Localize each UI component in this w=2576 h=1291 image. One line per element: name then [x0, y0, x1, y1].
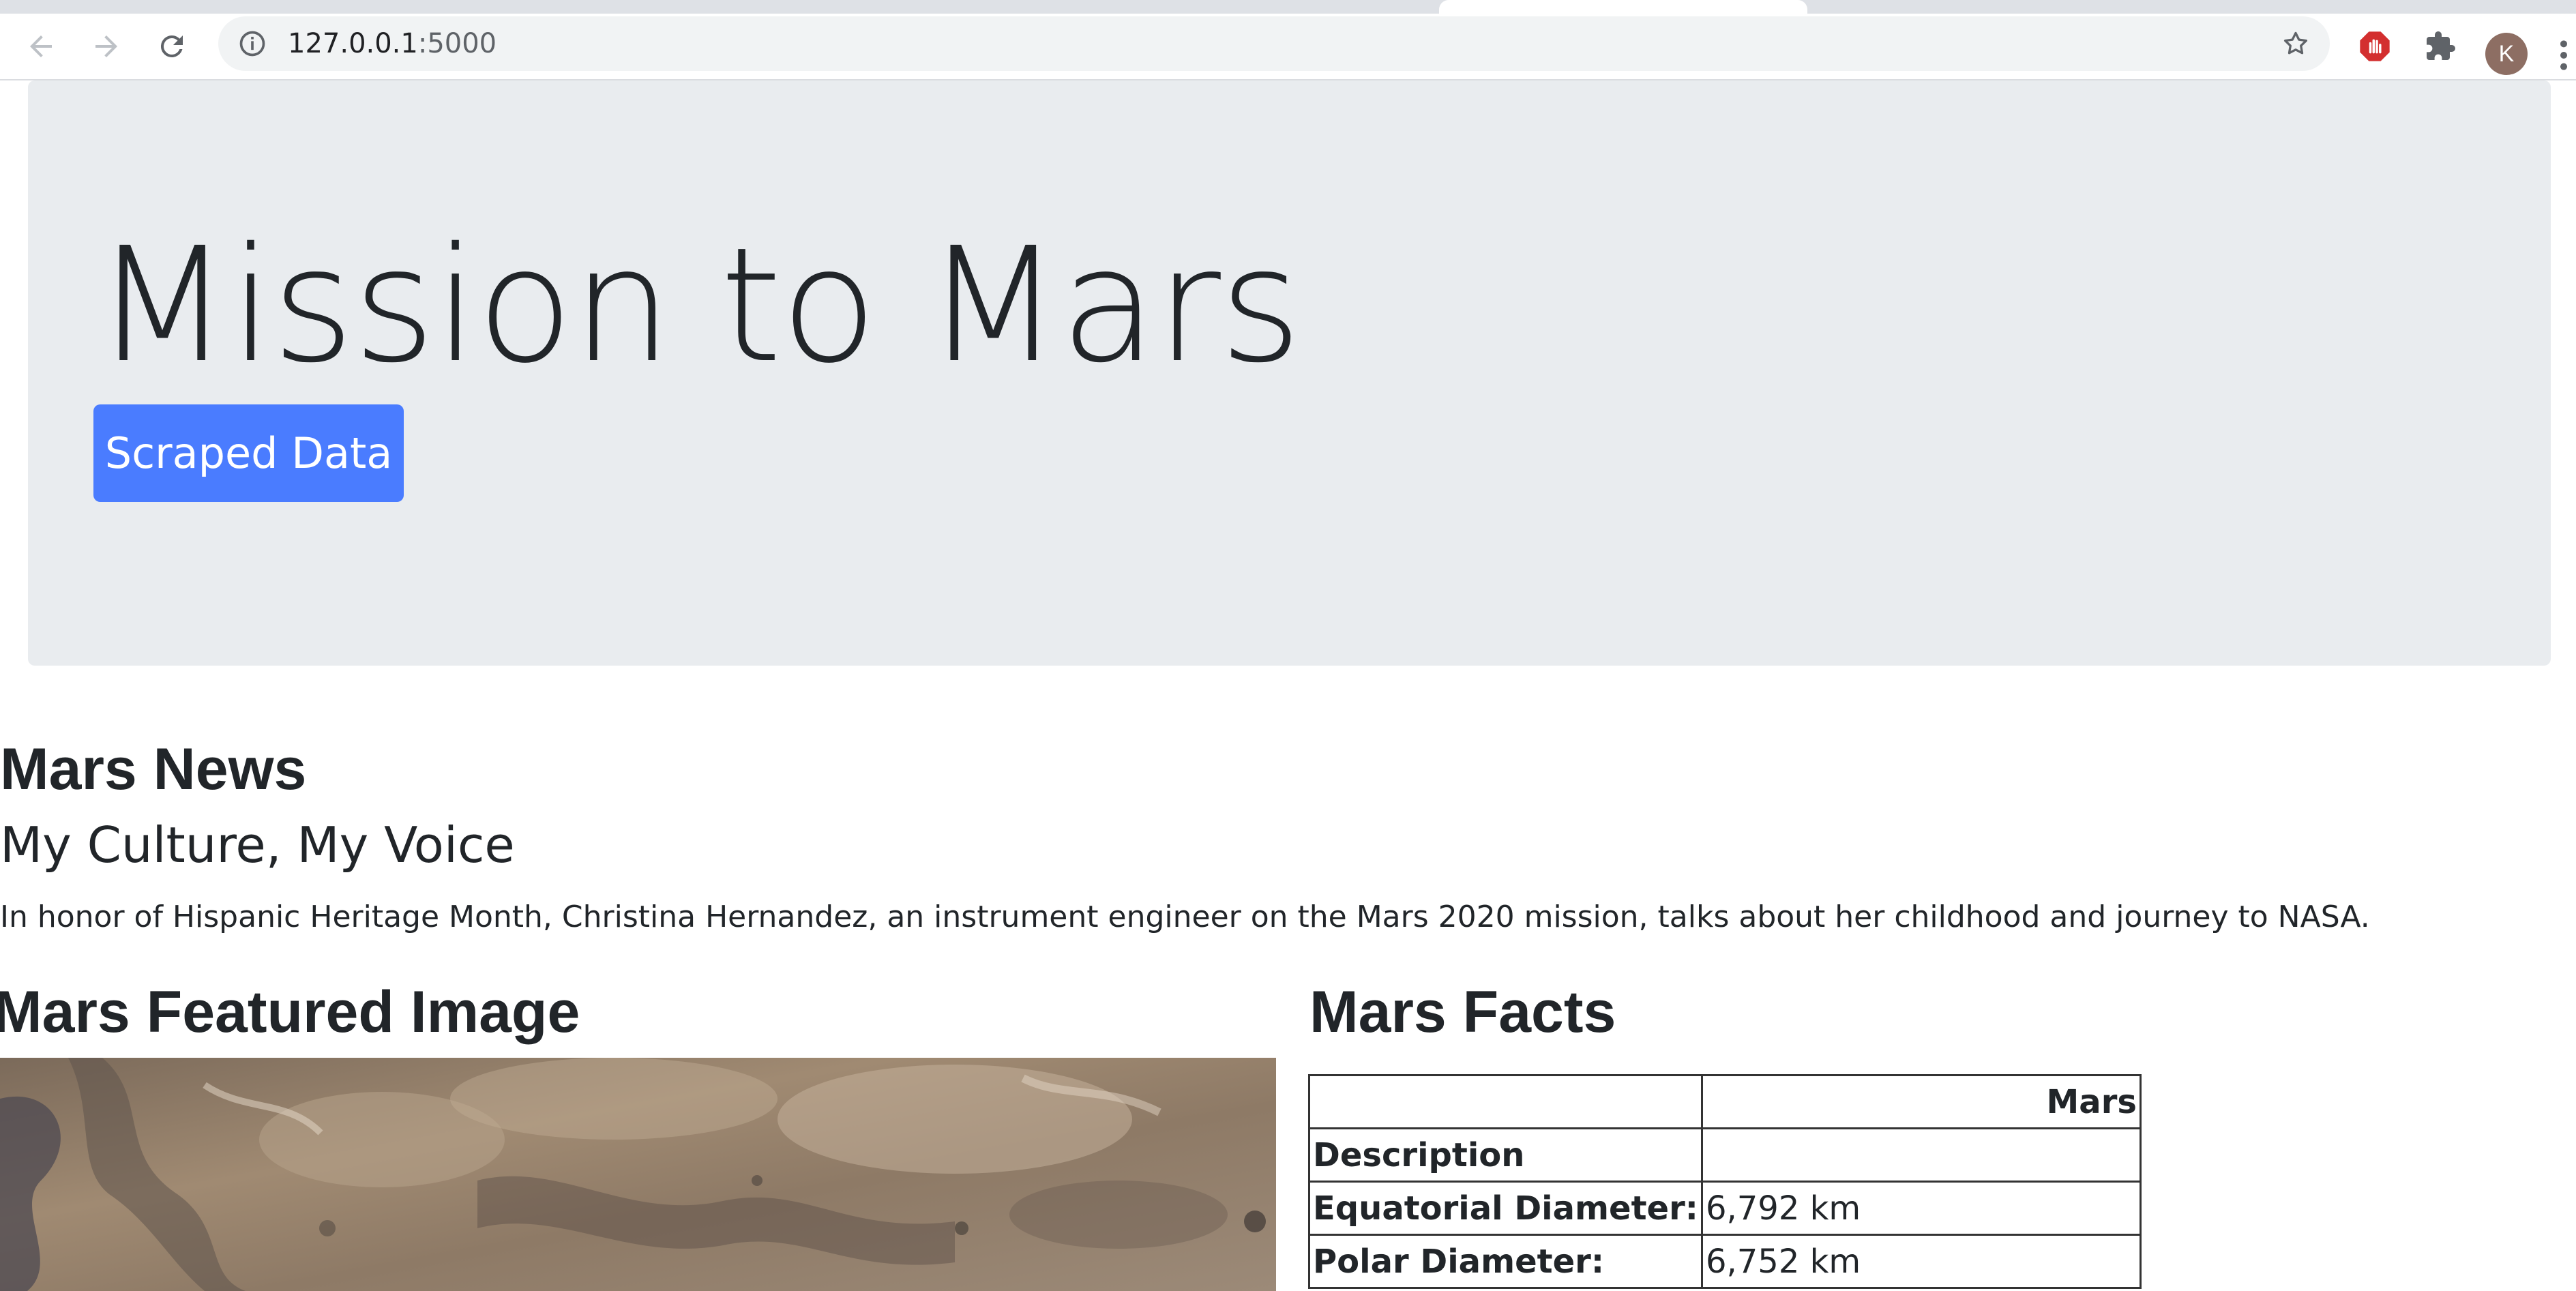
table-row: Description [1308, 1127, 2142, 1183]
info-icon[interactable] [237, 29, 267, 59]
url-host: 127.0.0.1 [288, 28, 418, 59]
row-value: 6,792 km [1700, 1181, 2142, 1236]
scraped-data-button[interactable]: Scraped Data [93, 404, 404, 502]
stop-hand-icon [2360, 31, 2390, 61]
mars-featured-image [0, 1058, 1276, 1291]
kebab-menu-icon[interactable] [2559, 38, 2568, 72]
reload-button[interactable] [154, 29, 190, 64]
jumbotron: Mission to Mars Scraped Data [28, 80, 2551, 666]
mars-facts-heading: Mars Facts [1309, 979, 1616, 1045]
page-title: Mission to Mars [94, 213, 1302, 398]
star-icon[interactable] [2281, 29, 2311, 59]
row-label: Description [1308, 1127, 1703, 1183]
row-value [1700, 1127, 2142, 1183]
mars-facts-table: Mars Description Equatorial Diameter: 6,… [1308, 1074, 2142, 1289]
tab-strip [0, 0, 2576, 14]
url-port: :5000 [417, 28, 497, 59]
news-paragraph: In honor of Hispanic Heritage Month, Chr… [0, 900, 2370, 934]
extensions-button[interactable] [2421, 27, 2459, 65]
adblock-extension-button[interactable] [2356, 27, 2394, 65]
featured-image-heading: Mars Featured Image [0, 979, 580, 1045]
back-button[interactable] [23, 29, 59, 64]
table-row: Polar Diameter: 6,752 km [1308, 1234, 2142, 1289]
reload-icon [160, 35, 183, 57]
arrow-right-icon [95, 35, 117, 57]
arrow-left-icon [30, 35, 52, 57]
address-bar[interactable]: 127.0.0.1:5000 [218, 16, 2330, 71]
table-row: Equatorial Diameter: 6,792 km [1308, 1181, 2142, 1236]
table-header-mars: Mars [1700, 1074, 2142, 1129]
active-tab[interactable] [1439, 0, 1807, 14]
mars-news-heading: Mars News [0, 737, 307, 802]
url-text[interactable]: 127.0.0.1:5000 [288, 29, 497, 59]
table-header-row: Mars [1308, 1074, 2142, 1129]
news-title: My Culture, My Voice [0, 816, 515, 874]
browser-toolbar: 127.0.0.1:5000 K [0, 14, 2576, 80]
puzzle-icon [2427, 31, 2455, 60]
row-label: Equatorial Diameter: [1308, 1181, 1703, 1236]
table-header-empty [1308, 1074, 1703, 1129]
forward-button[interactable] [89, 29, 124, 64]
row-label: Polar Diameter: [1308, 1234, 1703, 1289]
profile-avatar[interactable]: K [2485, 33, 2528, 75]
row-value: 6,752 km [1700, 1234, 2142, 1289]
